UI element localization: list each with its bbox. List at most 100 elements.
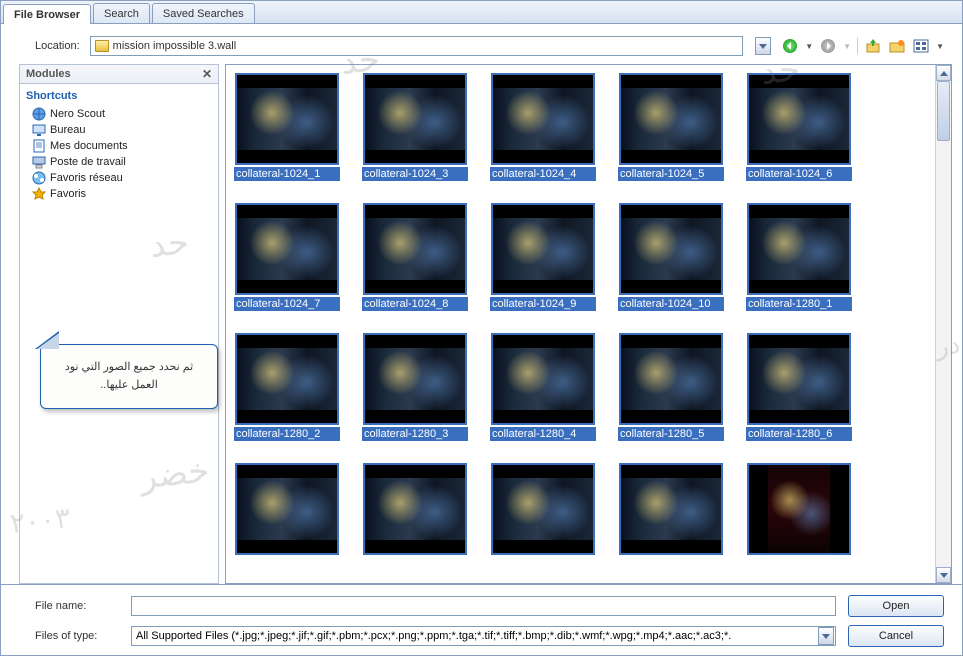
thumbnail-image — [491, 73, 595, 165]
thumbnail-caption: collateral-1024_3 — [362, 167, 468, 181]
thumbnail-caption: collateral-1280_2 — [234, 427, 340, 441]
thumbnail-item[interactable]: collateral-1280_6 — [746, 333, 852, 441]
shortcuts-tree: Nero Scout Bureau Mes documents Poste de tr… — [20, 104, 218, 204]
computer-icon — [32, 155, 46, 169]
thumbnail-item[interactable]: collateral-1024_10 — [618, 203, 724, 311]
file-name-input[interactable] — [131, 596, 836, 616]
thumbnail-image — [619, 333, 723, 425]
sidebar-item-bureau[interactable]: Bureau — [32, 122, 218, 138]
gallery-scroll: collateral-1024_1collateral-1024_3collat… — [226, 65, 935, 583]
sidebar-item-label: Favoris — [50, 188, 86, 200]
thumbnail-image — [363, 463, 467, 555]
watermark: خضر — [138, 450, 211, 497]
thumbnail-item[interactable]: collateral-1024_3 — [362, 73, 468, 181]
thumbnail-image — [747, 333, 851, 425]
thumbnail-item[interactable] — [490, 463, 596, 559]
thumbnail-grid: collateral-1024_1collateral-1024_3collat… — [234, 73, 931, 559]
location-bar: Location: mission impossible 3.wall ▼ ▼ … — [1, 24, 962, 64]
tab-search[interactable]: Search — [93, 3, 150, 23]
thumbnail-image — [491, 463, 595, 555]
desktop-icon — [32, 123, 46, 137]
files-of-type-combo[interactable]: All Supported Files (*.jpg;*.jpeg;*.jif;… — [131, 626, 836, 646]
watermark: ٢٠٠٣ — [8, 501, 71, 541]
dropdown-icon[interactable]: ▼ — [936, 42, 944, 51]
thumbnail-image — [363, 203, 467, 295]
thumbnail-item[interactable] — [234, 463, 340, 559]
thumbnail-caption: collateral-1280_5 — [618, 427, 724, 441]
thumbnail-caption: collateral-1280_6 — [746, 427, 852, 441]
thumbnail-image — [619, 203, 723, 295]
open-button[interactable]: Open — [848, 595, 944, 617]
view-mode-button[interactable] — [912, 37, 930, 55]
thumbnail-image — [491, 203, 595, 295]
dropdown-icon[interactable]: ▼ — [805, 42, 813, 51]
thumbnail-item[interactable]: collateral-1280_3 — [362, 333, 468, 441]
thumbnail-item[interactable]: collateral-1280_4 — [490, 333, 596, 441]
thumbnail-item[interactable] — [618, 463, 724, 559]
sidebar-title: Modules — [26, 68, 71, 80]
tab-saved-searches[interactable]: Saved Searches — [152, 3, 255, 23]
thumbnail-caption: collateral-1024_8 — [362, 297, 468, 311]
scroll-up-button[interactable] — [936, 65, 951, 81]
sidebar-item-poste-de-travail[interactable]: Poste de travail — [32, 154, 218, 170]
thumbnail-item[interactable]: collateral-1024_7 — [234, 203, 340, 311]
thumbnail-item[interactable]: collateral-1024_9 — [490, 203, 596, 311]
thumbnail-caption: collateral-1280_1 — [746, 297, 852, 311]
thumbnail-item[interactable]: collateral-1280_1 — [746, 203, 852, 311]
location-dropdown-button[interactable] — [755, 37, 771, 55]
back-button[interactable] — [781, 37, 799, 55]
sidebar-item-nero-scout[interactable]: Nero Scout — [32, 106, 218, 122]
sidebar-item-favoris-réseau[interactable]: Favoris réseau — [32, 170, 218, 186]
location-input[interactable]: mission impossible 3.wall — [90, 36, 744, 56]
thumbnail-caption: collateral-1024_7 — [234, 297, 340, 311]
star-icon — [32, 187, 46, 201]
thumbnail-item[interactable] — [362, 463, 468, 559]
thumbnail-caption: collateral-1024_4 — [490, 167, 596, 181]
sidebar-item-favoris[interactable]: Favoris — [32, 186, 218, 202]
globe-icon — [32, 107, 46, 121]
scroll-track[interactable] — [936, 81, 951, 567]
thumbnail-item[interactable]: collateral-1024_8 — [362, 203, 468, 311]
up-button[interactable] — [864, 37, 882, 55]
sidebar-item-label: Nero Scout — [50, 108, 105, 120]
scroll-thumb[interactable] — [937, 81, 950, 141]
bottom-panel: File name: Open Files of type: All Suppo… — [1, 584, 962, 655]
files-of-type-dropdown-button[interactable] — [818, 627, 834, 645]
sidebar-item-label: Poste de travail — [50, 156, 126, 168]
sidebar-item-label: Mes documents — [50, 140, 128, 152]
thumbnail-image — [747, 203, 851, 295]
thumbnail-item[interactable]: collateral-1024_6 — [746, 73, 852, 181]
thumbnail-image — [747, 73, 851, 165]
thumbnail-image — [363, 73, 467, 165]
thumbnail-caption: collateral-1280_4 — [490, 427, 596, 441]
thumbnail-item[interactable]: collateral-1280_2 — [234, 333, 340, 441]
sidebar-item-label: Bureau — [50, 124, 85, 136]
doc-icon — [32, 139, 46, 153]
callout-text: ثم نحدد جميع الصور التي نود العمل عليها.… — [65, 361, 193, 391]
thumbnail-item[interactable]: collateral-1280_5 — [618, 333, 724, 441]
thumbnail-item[interactable] — [746, 463, 852, 559]
forward-button[interactable] — [819, 37, 837, 55]
thumbnail-image — [235, 463, 339, 555]
thumbnail-item[interactable]: collateral-1024_4 — [490, 73, 596, 181]
tab-bar: File Browser Search Saved Searches — [1, 1, 962, 24]
sidebar-close-button[interactable]: ✕ — [202, 67, 212, 81]
sidebar-item-mes-documents[interactable]: Mes documents — [32, 138, 218, 154]
gallery: collateral-1024_1collateral-1024_3collat… — [225, 64, 952, 584]
tab-file-browser[interactable]: File Browser — [3, 4, 91, 24]
new-folder-button[interactable] — [888, 37, 906, 55]
location-label: Location: — [35, 40, 80, 52]
shortcuts-label: Shortcuts — [20, 88, 218, 104]
files-of-type-value: All Supported Files (*.jpg;*.jpeg;*.jif;… — [136, 630, 731, 642]
thumbnail-caption: collateral-1024_10 — [618, 297, 724, 311]
scrollbar[interactable] — [935, 65, 951, 583]
thumbnail-item[interactable]: collateral-1024_1 — [234, 73, 340, 181]
sidebar-body: Shortcuts Nero Scout Bureau Mes documents P… — [19, 84, 219, 584]
thumbnail-item[interactable]: collateral-1024_5 — [618, 73, 724, 181]
cancel-button[interactable]: Cancel — [848, 625, 944, 647]
callout-wrap: ثم نحدد جميع الصور التي نود العمل عليها.… — [40, 344, 218, 409]
scroll-down-button[interactable] — [936, 567, 951, 583]
separator — [857, 38, 858, 54]
thumbnail-image — [235, 203, 339, 295]
network-icon — [32, 171, 46, 185]
